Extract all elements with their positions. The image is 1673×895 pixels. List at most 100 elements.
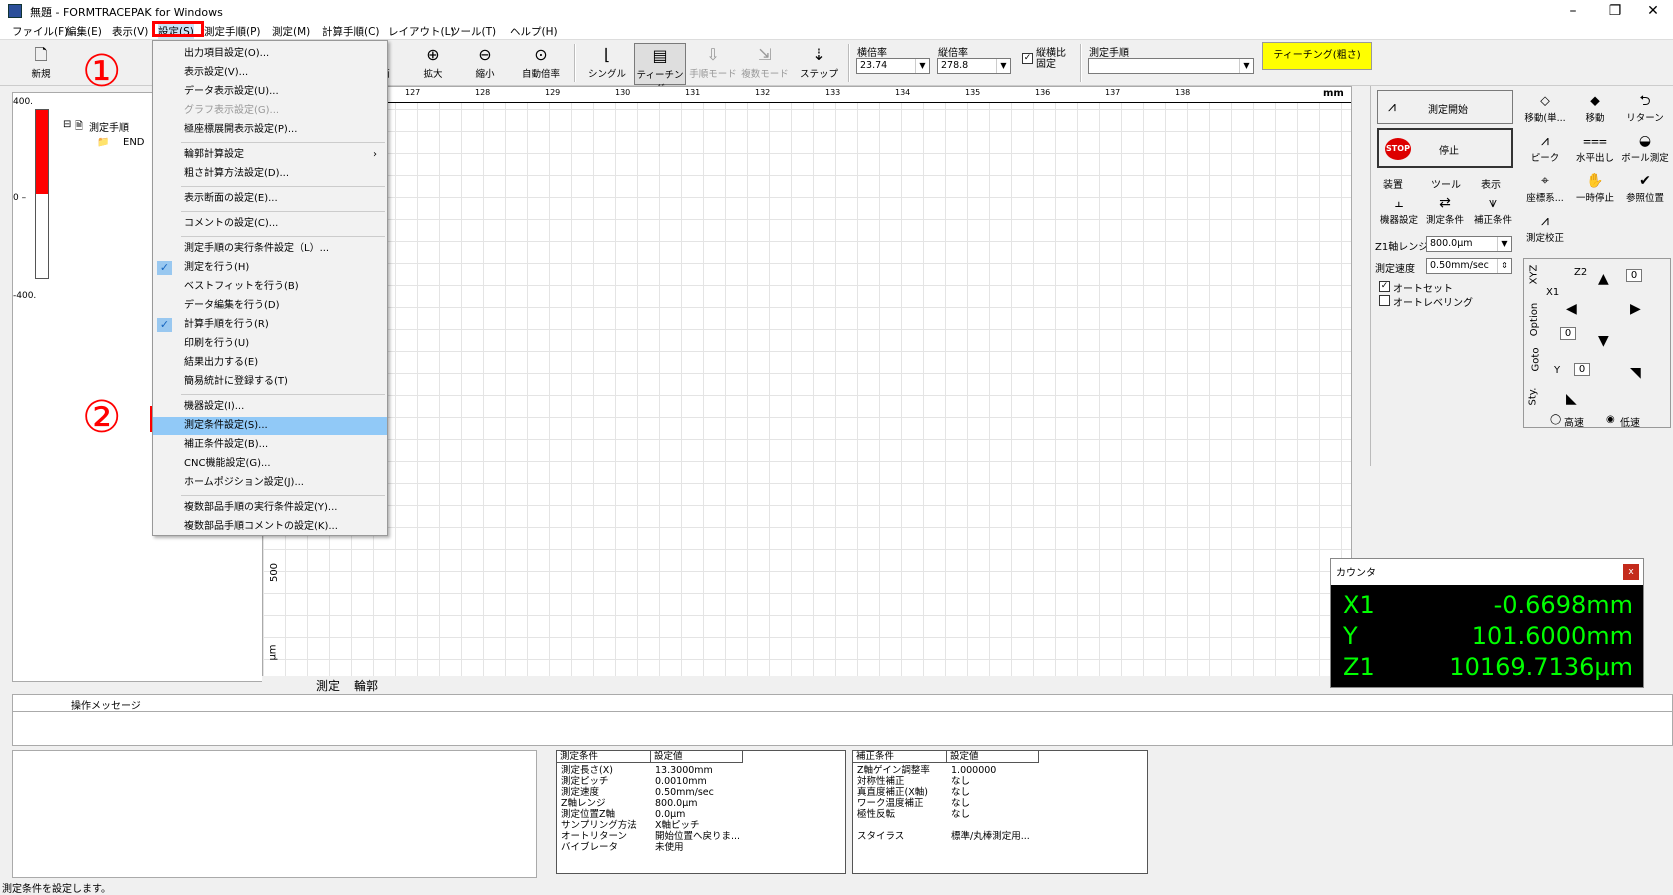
settings-menu-item[interactable]: 簡易統計に登録する(T) xyxy=(153,373,387,391)
new-button[interactable]: 🗋 新規 xyxy=(16,43,66,85)
menu-measure[interactable]: 測定(M) xyxy=(272,24,310,39)
side-tab-goto[interactable]: Goto xyxy=(1530,348,1541,372)
tab-measurement[interactable]: 測定 xyxy=(316,677,340,694)
side-tab-option[interactable]: Option xyxy=(1529,303,1540,336)
single-button[interactable]: ⌊ シングル xyxy=(582,43,632,85)
settings-menu-item[interactable]: 機器設定(I)... xyxy=(153,398,387,416)
tree-item-procedure[interactable]: 測定手順 xyxy=(89,119,129,134)
move-button[interactable]: ⬥ 移動 xyxy=(1571,92,1619,124)
left-arrow-button[interactable]: ◀ xyxy=(1566,301,1577,317)
settings-menu-item[interactable]: 複数部品手順の実行条件設定(Y)... xyxy=(153,499,387,517)
ruler-unit: mm xyxy=(1323,88,1344,99)
settings-menu-item[interactable]: 測定手順の実行条件設定（L）... xyxy=(153,240,387,258)
return-button[interactable]: ⮌ リターン xyxy=(1621,92,1669,124)
settings-menu-item[interactable]: 測定を行う(H) ✓ xyxy=(153,259,387,277)
menu-procedure[interactable]: 測定手順(P) xyxy=(204,24,261,39)
teaching-mode-indicator: ティーチング(粗さ) xyxy=(1262,42,1372,70)
leveling-button[interactable]: ⩶ 水平出し xyxy=(1571,132,1619,164)
table-cell-value: 0.0μm xyxy=(655,809,686,820)
multi-mode-button[interactable]: ⇲ 複数モード xyxy=(740,43,790,85)
side-tab-sty[interactable]: Sty. xyxy=(1527,388,1538,406)
settings-menu-item[interactable]: 極座標展開表示設定(P)... xyxy=(153,121,387,139)
procedure-select[interactable]: ▼ xyxy=(1088,58,1254,74)
auto-set-checkbox[interactable]: ✓ xyxy=(1379,281,1390,292)
settings-menu-item[interactable]: グラフ表示設定(G)... xyxy=(153,102,387,120)
menu-item-label: 結果出力する(E) xyxy=(184,357,259,368)
menu-file[interactable]: ファイル(F) xyxy=(12,24,68,39)
speed-spinner[interactable]: 0.50mm/sec ⇕ xyxy=(1426,258,1512,274)
menu-item-label: ホームポジション設定(J)... xyxy=(184,477,304,488)
menu-help[interactable]: ヘルプ(H) xyxy=(510,24,558,39)
settings-menu-item[interactable]: 出力項目設定(O)... xyxy=(153,45,387,63)
tree-item-end[interactable]: END xyxy=(123,137,145,148)
start-measurement-button[interactable]: ⩘ 測定開始 xyxy=(1377,90,1513,124)
speed-low-radio[interactable]: ◉ xyxy=(1606,414,1615,425)
ball-measurement-button[interactable]: ◒ ボール測定 xyxy=(1621,132,1669,164)
step-button[interactable]: ⇣ ステップ xyxy=(796,43,842,85)
table-header: 測定条件 xyxy=(557,751,651,763)
teaching-button[interactable]: ▤ティーチング xyxy=(634,43,686,95)
minimize-button[interactable]: – xyxy=(1550,0,1596,22)
measurement-conditions-table: 測定条件 設定値 測定長さ(X) 13.3000mm 測定ピッチ 0.0010mm 測定… xyxy=(556,750,846,874)
v-scale-select[interactable]: 278.8 ▼ xyxy=(937,58,1011,74)
tab-contour[interactable]: 輪郭 xyxy=(354,677,378,694)
settings-menu-item[interactable]: 結果出力する(E) xyxy=(153,354,387,372)
tab-tools[interactable]: ツール xyxy=(1431,176,1461,191)
menu-item-label: 印刷を行う(U) xyxy=(184,338,250,349)
speed-high-radio[interactable]: ◯ xyxy=(1550,414,1561,425)
measurement-graph[interactable]: 1251261271281291301311321331341351361371… xyxy=(262,86,1352,678)
pause-button[interactable]: ✋ 一時停止 xyxy=(1571,172,1619,204)
auto-leveling-checkbox[interactable] xyxy=(1379,295,1390,306)
manual-mode-button[interactable]: ⇩ 手順モード xyxy=(688,43,738,85)
auto-scale-button[interactable]: ⊙ 自動倍率 xyxy=(514,43,568,85)
settings-menu-item[interactable]: ベストフィットを行う(B) xyxy=(153,278,387,296)
aspect-ratio-checkbox[interactable]: ✓ xyxy=(1022,53,1033,64)
diag-arrow-button[interactable]: ◣ xyxy=(1566,391,1577,407)
settings-menu-item[interactable]: CNC機能設定(G)... xyxy=(153,455,387,473)
stop-button[interactable]: STOP 停止 xyxy=(1377,128,1513,168)
settings-menu-item[interactable]: データ編集を行う(D) xyxy=(153,297,387,315)
move-single-button[interactable]: ⬦ 移動(単... xyxy=(1521,92,1569,124)
down-arrow-button[interactable]: ▼ xyxy=(1598,333,1609,349)
settings-menu-item[interactable]: 補正条件設定(B)... xyxy=(153,436,387,454)
right-arrow-button[interactable]: ▶ xyxy=(1630,301,1641,317)
menu-view[interactable]: 表示(V) xyxy=(112,24,148,39)
reference-position-button[interactable]: ✔ 参照位置 xyxy=(1621,172,1669,204)
menu-edit[interactable]: 編集(E) xyxy=(66,24,102,39)
settings-menu-item[interactable]: 輪郭計算設定 › xyxy=(153,146,387,164)
zoom-out-button[interactable]: ⊖ 縮小 xyxy=(460,43,510,85)
settings-menu-item[interactable]: 粗さ計算方法設定(D)... xyxy=(153,165,387,183)
settings-menu-item[interactable]: コメントの設定(C)... xyxy=(153,215,387,233)
settings-menu-item[interactable]: 複数部品手順コメントの設定(K)... xyxy=(153,518,387,536)
settings-menu-item[interactable]: 表示設定(V)... xyxy=(153,64,387,82)
h-scale-select[interactable]: 23.74 ▼ xyxy=(856,58,930,74)
counter-close-button[interactable]: x xyxy=(1623,564,1639,580)
menu-settings[interactable]: 設定(S) xyxy=(158,24,194,39)
tree-expand-icon[interactable]: ⊟ xyxy=(63,119,71,130)
side-tab-xyz[interactable]: XYZ xyxy=(1528,265,1539,285)
z1-range-select[interactable]: 800.0μm ▼ xyxy=(1426,236,1512,252)
tab-display[interactable]: 表示 xyxy=(1481,176,1501,191)
settings-menu-item[interactable]: ホームポジション設定(J)... xyxy=(153,474,387,492)
settings-menu-item[interactable]: 印刷を行う(U) xyxy=(153,335,387,353)
ruler-tick-label: 135 xyxy=(965,88,981,97)
settings-menu-item[interactable]: 表示断面の設定(E)... xyxy=(153,190,387,208)
table-cell-label: バイブレータ xyxy=(561,842,619,853)
settings-menu-item[interactable]: 測定条件設定(S)... xyxy=(153,417,387,435)
diag-arrow-button[interactable]: ◥ xyxy=(1630,365,1641,381)
calibration-button[interactable]: ⩘ 測定校正 xyxy=(1521,212,1569,244)
measurement-conditions-button[interactable]: ⇄ 測定条件 xyxy=(1421,194,1469,226)
peak-button[interactable]: ⩘ ピーク xyxy=(1521,132,1569,164)
zoom-in-button[interactable]: ⊕ 拡大 xyxy=(408,43,458,85)
settings-menu-item[interactable]: 計算手順を行う(R) ✓ xyxy=(153,316,387,334)
correction-conditions-button[interactable]: ⩛ 補正条件 xyxy=(1469,194,1517,226)
up-arrow-button[interactable]: ▲ xyxy=(1598,271,1609,287)
settings-menu-item[interactable]: データ表示設定(U)... xyxy=(153,83,387,101)
close-button[interactable]: ✕ xyxy=(1630,0,1673,22)
menu-layout[interactable]: レイアウト(L) xyxy=(388,24,455,39)
coordinate-system-button[interactable]: ⌖ 座標系... xyxy=(1521,172,1569,204)
device-settings-button[interactable]: ⫠ 機器設定 xyxy=(1375,194,1423,226)
menu-tools[interactable]: ツール(T) xyxy=(450,24,496,39)
tab-device[interactable]: 装置 xyxy=(1383,176,1403,191)
menu-calc-procedure[interactable]: 計算手順(C) xyxy=(322,24,380,39)
